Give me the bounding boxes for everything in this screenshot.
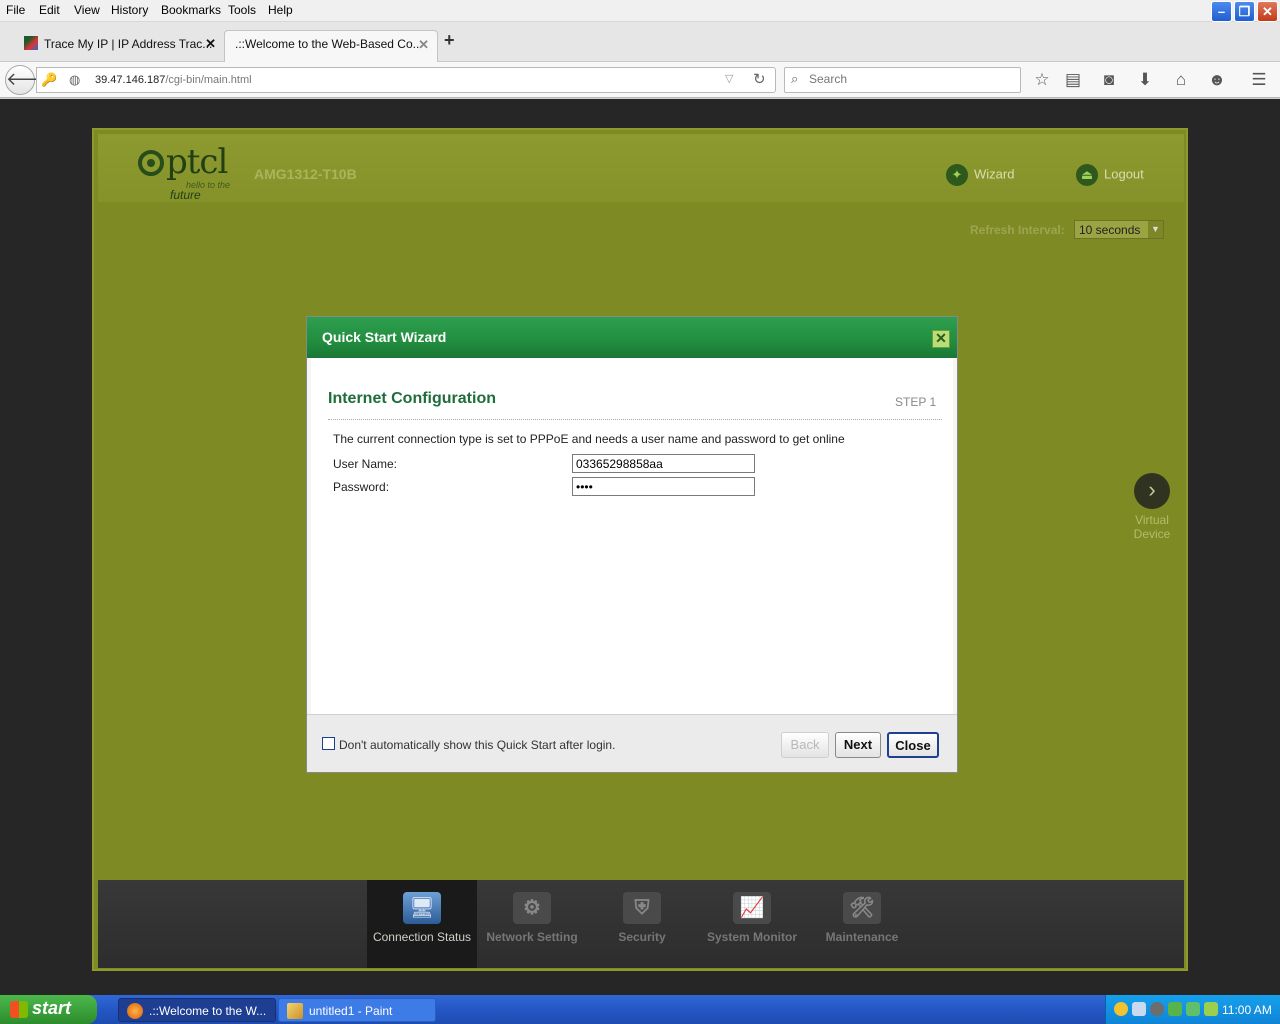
close-icon[interactable]: ✕ xyxy=(1257,1,1278,22)
windows-logo-icon xyxy=(10,1001,28,1018)
restore-icon[interactable]: ❐ xyxy=(1234,1,1255,22)
section-title: Internet Configuration xyxy=(328,390,496,407)
navigation-bar: 🡐 🔑 ◍ 39.47.146.187/cgi-bin/main.html ▽ … xyxy=(0,62,1280,98)
step-indicator: STEP 1 xyxy=(895,395,937,409)
menu-history[interactable]: History xyxy=(111,3,148,17)
minimize-icon[interactable]: – xyxy=(1211,1,1232,22)
reload-icon[interactable]: ↻ xyxy=(753,70,766,88)
menu-view[interactable]: View xyxy=(74,3,100,17)
tray-update-icon[interactable] xyxy=(1204,1002,1218,1016)
username-input[interactable] xyxy=(572,454,755,473)
tab-title: Trace My IP | IP Address Trac... xyxy=(44,37,213,51)
tray-security-icon[interactable] xyxy=(1186,1002,1200,1016)
dialog-titlebar: Quick Start Wizard ✕ xyxy=(307,317,957,358)
divider xyxy=(328,419,942,420)
taskbar-item-label: .::Welcome to the W... xyxy=(149,1004,267,1018)
close-tab-icon[interactable]: ✕ xyxy=(205,36,216,52)
password-input[interactable] xyxy=(572,477,755,496)
pocket-icon[interactable]: ◙ xyxy=(1096,67,1122,93)
menu-bar: File Edit View History Bookmarks Tools H… xyxy=(0,0,1280,22)
connection-description: The current connection type is set to PP… xyxy=(333,432,845,446)
dialog-close-icon[interactable]: ✕ xyxy=(932,330,950,348)
menu-tools[interactable]: Tools xyxy=(228,3,256,17)
quick-start-wizard-dialog: Quick Start Wizard ✕ Internet Configurat… xyxy=(306,316,958,773)
search-box: ⌕ xyxy=(784,67,1021,93)
close-button[interactable]: Close xyxy=(887,732,939,758)
chat-icon[interactable]: ☻ xyxy=(1204,67,1230,93)
tray-notification-icon[interactable] xyxy=(1114,1002,1128,1016)
taskbar: start .::Welcome to the W... untitled1 -… xyxy=(0,995,1280,1024)
download-icon[interactable]: ⬇ xyxy=(1132,67,1158,93)
tray-audio-icon[interactable] xyxy=(1150,1002,1164,1016)
dont-show-label[interactable]: Don't automatically show this Quick Star… xyxy=(339,738,615,752)
favicon-icon xyxy=(24,36,38,50)
modal-overlay: Quick Start Wizard ✕ Internet Configurat… xyxy=(0,99,1280,995)
menu-help[interactable]: Help xyxy=(268,3,293,17)
reading-list-icon[interactable]: ▤ xyxy=(1060,67,1086,93)
tab-welcome[interactable]: .::Welcome to the Web-Based Co... ✕ xyxy=(224,30,438,62)
url-text[interactable]: 39.47.146.187/cgi-bin/main.html xyxy=(95,74,252,86)
page-content: ptcl hello to the future AMG1312-T10B ✦ W… xyxy=(0,99,1280,995)
home-icon[interactable]: ⌂ xyxy=(1168,67,1194,93)
tab-bar: Trace My IP | IP Address Trac... ✕ .::We… xyxy=(0,22,1280,62)
menu-icon[interactable]: ☰ xyxy=(1246,67,1272,93)
taskbar-item-paint[interactable]: untitled1 - Paint xyxy=(278,998,436,1022)
url-path: /cgi-bin/main.html xyxy=(165,74,252,86)
menu-edit[interactable]: Edit xyxy=(39,3,60,17)
taskbar-item-firefox[interactable]: .::Welcome to the W... xyxy=(118,998,276,1022)
globe-icon[interactable]: ◍ xyxy=(69,72,80,88)
back-button[interactable]: Back xyxy=(781,732,829,758)
next-button[interactable]: Next xyxy=(835,732,881,758)
tray-utility-icon[interactable] xyxy=(1168,1002,1182,1016)
dialog-title: Quick Start Wizard xyxy=(322,329,447,345)
paint-icon xyxy=(287,1003,303,1019)
new-tab-icon[interactable]: + xyxy=(444,30,455,51)
start-label: start xyxy=(32,998,72,1018)
url-bar[interactable]: 🔑 ◍ 39.47.146.187/cgi-bin/main.html ▽ ↻ xyxy=(36,67,776,93)
system-tray: 11:00 AM xyxy=(1105,995,1280,1024)
close-tab-icon[interactable]: ✕ xyxy=(418,37,429,53)
clock: 11:00 AM xyxy=(1222,1003,1272,1017)
start-button[interactable]: start xyxy=(0,995,97,1024)
search-input[interactable] xyxy=(809,72,1009,86)
username-label: User Name: xyxy=(333,457,398,471)
menu-bookmarks[interactable]: Bookmarks xyxy=(161,3,221,17)
bookmark-star-icon[interactable]: ☆ xyxy=(1029,67,1055,93)
menu-file[interactable]: File xyxy=(6,3,25,17)
dropdown-arrow-icon[interactable]: ▽ xyxy=(725,72,733,85)
key-icon[interactable]: 🔑 xyxy=(41,72,57,88)
tab-trace-my-ip[interactable]: Trace My IP | IP Address Trac... ✕ xyxy=(16,30,224,62)
tray-network-icon[interactable] xyxy=(1132,1002,1146,1016)
dont-show-checkbox[interactable] xyxy=(322,737,335,750)
taskbar-item-label: untitled1 - Paint xyxy=(309,1004,393,1018)
back-button[interactable]: 🡐 xyxy=(5,65,54,95)
dialog-body: Internet Configuration STEP 1 The curren… xyxy=(311,358,953,714)
search-icon: ⌕ xyxy=(791,71,799,86)
url-host: 39.47.146.187 xyxy=(95,74,166,86)
firefox-icon xyxy=(127,1003,143,1019)
password-label: Password: xyxy=(333,480,390,494)
tab-title: .::Welcome to the Web-Based Co... xyxy=(235,37,423,51)
dialog-footer: Don't automatically show this Quick Star… xyxy=(307,714,957,772)
